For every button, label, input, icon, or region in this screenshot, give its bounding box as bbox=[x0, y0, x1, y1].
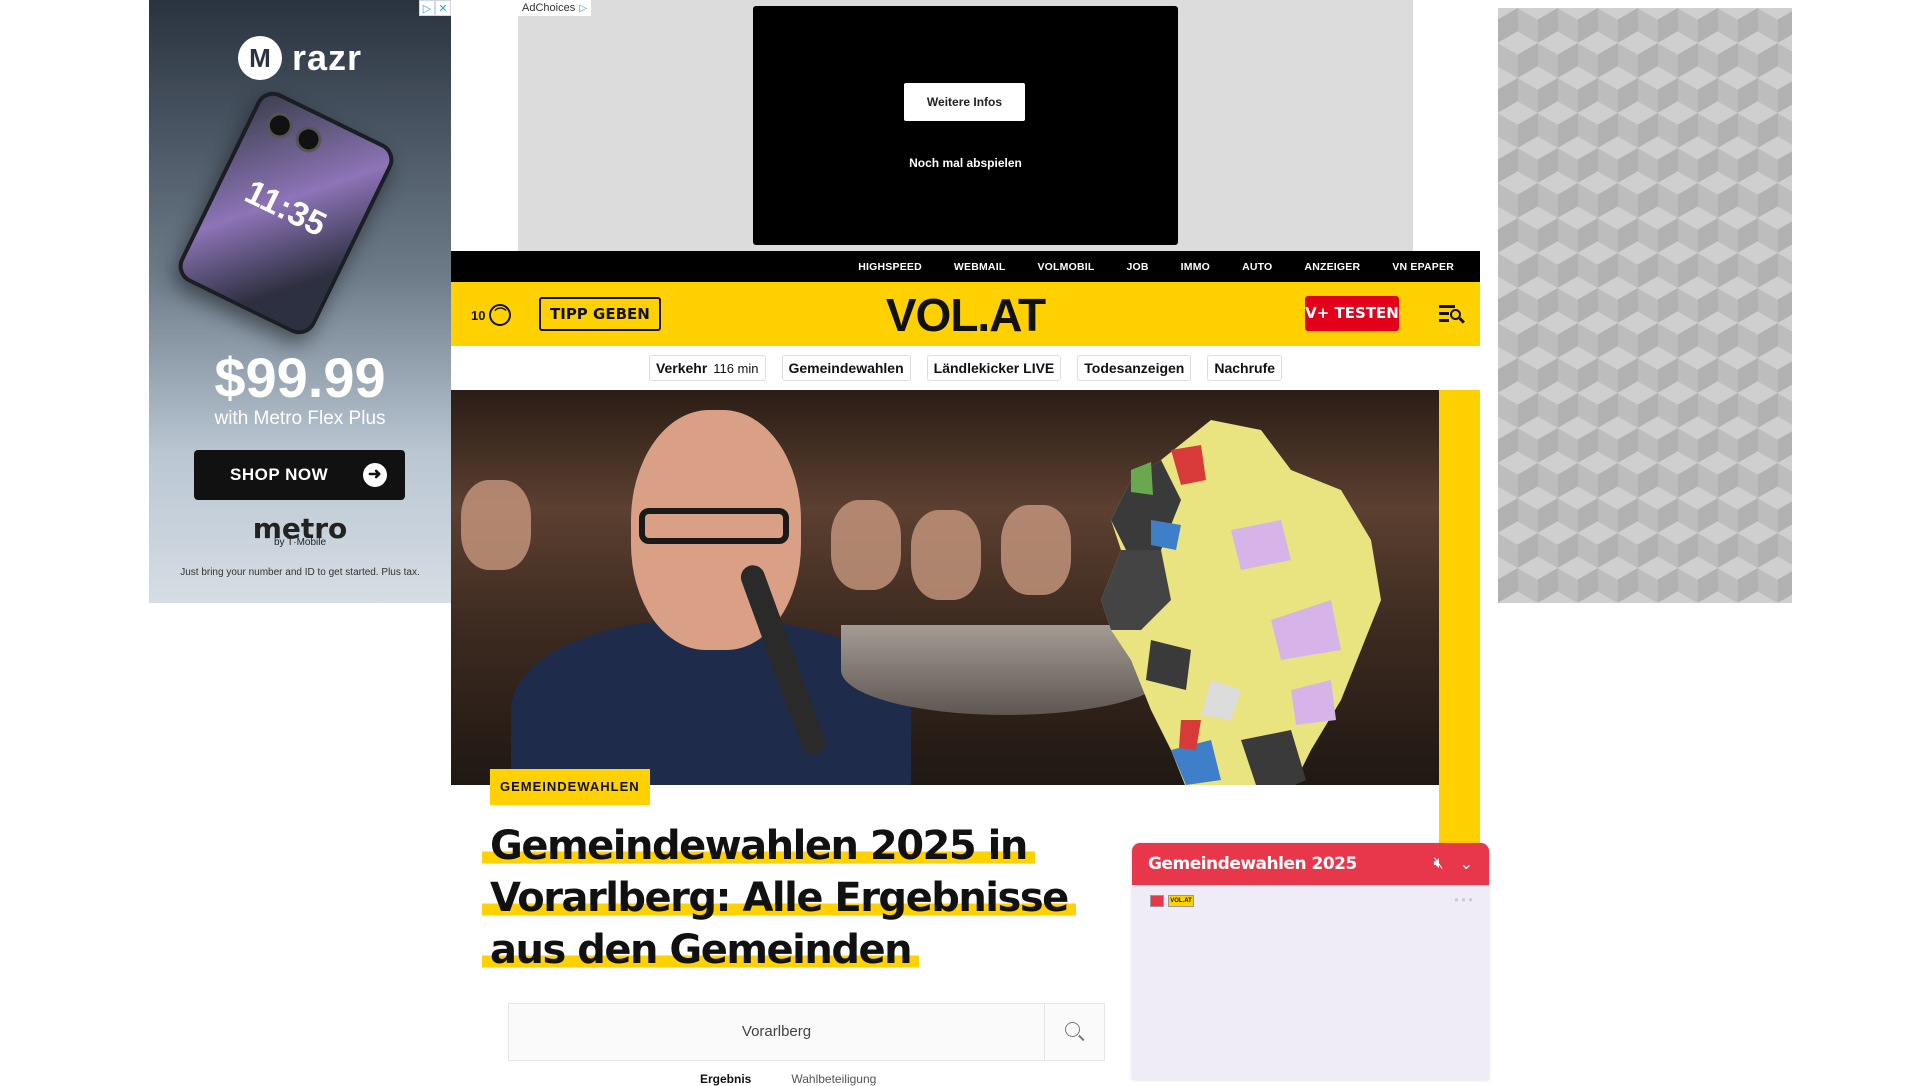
shop-now-button[interactable]: SHOP NOW ➜ bbox=[194, 450, 405, 500]
subscribe-button[interactable]: V+ TESTEN bbox=[1305, 296, 1399, 331]
main-header: 10 ⌒ TIPP GEBEN VOL.AT V+ TESTEN bbox=[451, 282, 1480, 346]
camera-lens-icon bbox=[291, 122, 326, 157]
floating-video-player[interactable]: Gemeindewahlen 2025 🔇︎ ⌄ VOL.AT ● ● ● bbox=[1132, 843, 1489, 1080]
mute-icon[interactable]: 🔇︎ bbox=[1434, 855, 1444, 873]
nav-link-immo[interactable]: IMMO bbox=[1165, 261, 1226, 273]
ad-fine-print: Just bring your number and ID to get sta… bbox=[180, 567, 420, 578]
left-ad-banner[interactable]: ▷ ✕ M razr 11:35 $99.99 with Metro Flex … bbox=[149, 0, 451, 603]
category-label[interactable]: GEMEINDEWAHLEN bbox=[490, 769, 650, 805]
menu-search-icon[interactable] bbox=[1439, 302, 1466, 326]
nav-link-job[interactable]: JOB bbox=[1110, 261, 1164, 273]
ad-video-player[interactable]: Weitere Infos Noch mal abspielen bbox=[753, 6, 1178, 245]
nav-link-auto[interactable]: AUTO bbox=[1226, 261, 1288, 273]
tip-button[interactable]: TIPP GEBEN bbox=[539, 297, 661, 331]
more-info-button[interactable]: Weitere Infos bbox=[904, 83, 1025, 121]
phone-image: 11:35 bbox=[172, 85, 400, 341]
nav-link-vn-epaper[interactable]: VN EPAPER bbox=[1376, 261, 1470, 273]
weather-widget[interactable]: 10 ⌒ bbox=[471, 304, 512, 326]
motorola-logo-icon: M bbox=[237, 36, 282, 80]
replay-link[interactable]: Noch mal abspielen bbox=[753, 156, 1178, 170]
article-headline[interactable]: Gemeindewahlen 2025 in Vorarlberg: Alle … bbox=[482, 820, 1122, 976]
topic-laendlekicker[interactable]: Ländlekicker LIVE bbox=[926, 355, 1062, 381]
topic-todesanzeigen[interactable]: Todesanzeigen bbox=[1077, 355, 1192, 381]
player-title: Gemeindewahlen 2025 bbox=[1148, 854, 1357, 874]
shop-now-label: SHOP NOW bbox=[230, 465, 329, 484]
topic-verkehr[interactable]: Verkehr 116 min bbox=[648, 355, 766, 381]
region-search-input[interactable]: Vorarlberg bbox=[509, 1004, 1044, 1060]
nav-link-volmobil[interactable]: VOLMOBIL bbox=[1021, 261, 1110, 273]
result-tabs: Ergebnis Wahlbeteiligung bbox=[700, 1072, 1000, 1086]
topic-gemeindewahlen[interactable]: Gemeindewahlen bbox=[781, 355, 911, 381]
topic-label: Verkehr bbox=[655, 360, 708, 376]
election-map-graphic bbox=[1101, 420, 1381, 785]
traffic-delay: 116 min bbox=[713, 361, 759, 376]
search-button[interactable] bbox=[1044, 1004, 1104, 1060]
ad-price: $99.99 bbox=[214, 346, 386, 409]
tab-ergebnis[interactable]: Ergebnis bbox=[700, 1072, 751, 1086]
camera-lens-icon bbox=[262, 108, 298, 143]
topic-bar: Verkehr 116 min Gemeindewahlen Ländlekic… bbox=[451, 346, 1480, 390]
channel-icon bbox=[1150, 895, 1164, 907]
service-nav: HIGHSPEED WEBMAIL VOLMOBIL JOB IMMO AUTO… bbox=[451, 251, 1480, 282]
adchoices-icon[interactable]: ▷ bbox=[419, 0, 435, 16]
topic-nachrufe[interactable]: Nachrufe bbox=[1207, 355, 1283, 381]
adchoices-badge[interactable]: AdChoices ▷ bbox=[518, 0, 591, 16]
tab-wahlbeteiligung[interactable]: Wahlbeteiligung bbox=[791, 1072, 876, 1086]
hero-side-accent bbox=[1439, 390, 1480, 843]
temperature: 10 bbox=[471, 307, 486, 323]
ad-brand-row: M razr bbox=[149, 36, 451, 80]
ad-controls[interactable]: ▷ ✕ bbox=[419, 0, 451, 16]
right-ad-banner[interactable] bbox=[1498, 8, 1792, 603]
chevron-down-icon[interactable]: ⌄ bbox=[1460, 854, 1473, 874]
nav-link-anzeiger[interactable]: ANZEIGER bbox=[1288, 261, 1376, 273]
player-badges: VOL.AT bbox=[1150, 895, 1194, 907]
hero-image[interactable] bbox=[451, 390, 1439, 785]
arrow-right-icon: ➜ bbox=[363, 463, 387, 487]
player-watermark: ● ● ● bbox=[1454, 895, 1473, 904]
nav-link-webmail[interactable]: WEBMAIL bbox=[938, 261, 1022, 273]
phone-clock: 11:35 bbox=[238, 172, 333, 245]
ad-brand: razr bbox=[291, 37, 363, 78]
adchoices-icon: ▷ bbox=[579, 2, 587, 14]
headline-text: Gemeindewahlen 2025 in Vorarlberg: Alle … bbox=[482, 823, 1076, 973]
player-brand-badge: VOL.AT bbox=[1168, 895, 1194, 907]
sponsor-subtitle: by T·Mobile bbox=[273, 537, 327, 548]
close-ad-icon[interactable]: ✕ bbox=[435, 0, 451, 16]
nav-link-highspeed[interactable]: HIGHSPEED bbox=[842, 261, 938, 273]
search-icon bbox=[1064, 1022, 1085, 1042]
player-header: Gemeindewahlen 2025 🔇︎ ⌄ bbox=[1132, 843, 1489, 885]
adchoices-label: AdChoices bbox=[522, 2, 576, 14]
region-search[interactable]: Vorarlberg bbox=[508, 1003, 1105, 1061]
weather-icon: ⌒ bbox=[489, 304, 512, 326]
ad-price-subtitle: with Metro Flex Plus bbox=[214, 408, 386, 429]
